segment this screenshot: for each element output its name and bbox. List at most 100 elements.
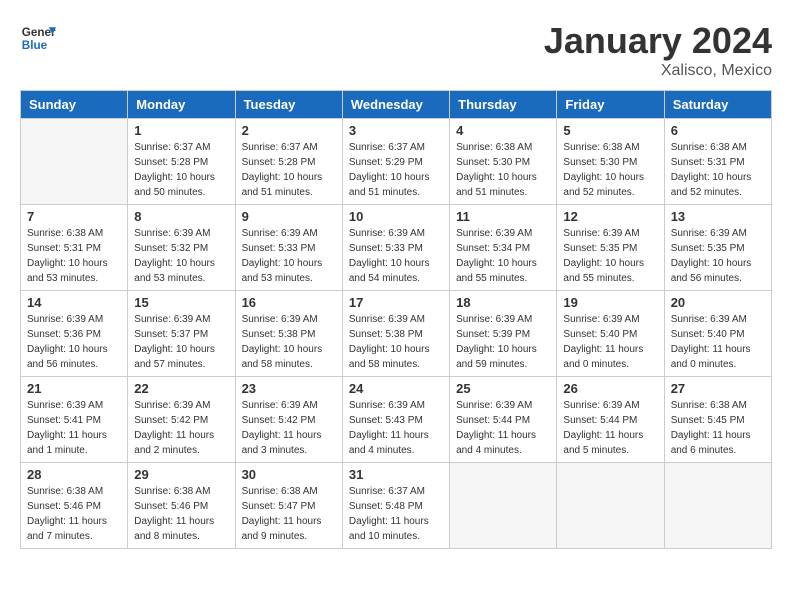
weekday-header-thursday: Thursday (450, 91, 557, 119)
day-number: 27 (671, 381, 765, 396)
calendar-cell: 2 Sunrise: 6:37 AMSunset: 5:28 PMDayligh… (235, 119, 342, 205)
calendar-cell: 9 Sunrise: 6:39 AMSunset: 5:33 PMDayligh… (235, 205, 342, 291)
weekday-header-tuesday: Tuesday (235, 91, 342, 119)
svg-text:Blue: Blue (22, 39, 48, 52)
calendar-cell: 22 Sunrise: 6:39 AMSunset: 5:42 PMDaylig… (128, 377, 235, 463)
weekday-header-saturday: Saturday (664, 91, 771, 119)
weekday-header-wednesday: Wednesday (342, 91, 449, 119)
calendar-cell: 13 Sunrise: 6:39 AMSunset: 5:35 PMDaylig… (664, 205, 771, 291)
day-info: Sunrise: 6:39 AMSunset: 5:44 PMDaylight:… (563, 398, 657, 458)
calendar-cell: 15 Sunrise: 6:39 AMSunset: 5:37 PMDaylig… (128, 291, 235, 377)
calendar-cell (450, 463, 557, 549)
calendar-cell: 14 Sunrise: 6:39 AMSunset: 5:36 PMDaylig… (21, 291, 128, 377)
day-number: 12 (563, 209, 657, 224)
day-info: Sunrise: 6:39 AMSunset: 5:39 PMDaylight:… (456, 312, 550, 372)
calendar-cell: 18 Sunrise: 6:39 AMSunset: 5:39 PMDaylig… (450, 291, 557, 377)
day-info: Sunrise: 6:39 AMSunset: 5:40 PMDaylight:… (563, 312, 657, 372)
calendar-cell: 19 Sunrise: 6:39 AMSunset: 5:40 PMDaylig… (557, 291, 664, 377)
day-info: Sunrise: 6:38 AMSunset: 5:46 PMDaylight:… (27, 484, 121, 544)
calendar-cell: 24 Sunrise: 6:39 AMSunset: 5:43 PMDaylig… (342, 377, 449, 463)
calendar-cell: 3 Sunrise: 6:37 AMSunset: 5:29 PMDayligh… (342, 119, 449, 205)
day-number: 30 (242, 467, 336, 482)
calendar-cell: 7 Sunrise: 6:38 AMSunset: 5:31 PMDayligh… (21, 205, 128, 291)
day-number: 23 (242, 381, 336, 396)
day-number: 24 (349, 381, 443, 396)
day-info: Sunrise: 6:39 AMSunset: 5:44 PMDaylight:… (456, 398, 550, 458)
day-info: Sunrise: 6:37 AMSunset: 5:28 PMDaylight:… (134, 140, 228, 200)
day-number: 4 (456, 123, 550, 138)
day-number: 25 (456, 381, 550, 396)
day-number: 22 (134, 381, 228, 396)
day-number: 8 (134, 209, 228, 224)
day-number: 26 (563, 381, 657, 396)
calendar-cell: 21 Sunrise: 6:39 AMSunset: 5:41 PMDaylig… (21, 377, 128, 463)
day-number: 10 (349, 209, 443, 224)
day-info: Sunrise: 6:37 AMSunset: 5:29 PMDaylight:… (349, 140, 443, 200)
day-number: 18 (456, 295, 550, 310)
calendar-cell (664, 463, 771, 549)
day-number: 5 (563, 123, 657, 138)
weekday-header-sunday: Sunday (21, 91, 128, 119)
day-number: 11 (456, 209, 550, 224)
day-number: 29 (134, 467, 228, 482)
calendar-cell: 10 Sunrise: 6:39 AMSunset: 5:33 PMDaylig… (342, 205, 449, 291)
calendar-week-4: 21 Sunrise: 6:39 AMSunset: 5:41 PMDaylig… (21, 377, 772, 463)
day-info: Sunrise: 6:39 AMSunset: 5:32 PMDaylight:… (134, 226, 228, 286)
day-info: Sunrise: 6:38 AMSunset: 5:30 PMDaylight:… (456, 140, 550, 200)
day-info: Sunrise: 6:39 AMSunset: 5:40 PMDaylight:… (671, 312, 765, 372)
day-info: Sunrise: 6:39 AMSunset: 5:35 PMDaylight:… (671, 226, 765, 286)
day-number: 7 (27, 209, 121, 224)
calendar-cell: 11 Sunrise: 6:39 AMSunset: 5:34 PMDaylig… (450, 205, 557, 291)
calendar-cell (21, 119, 128, 205)
calendar-cell: 25 Sunrise: 6:39 AMSunset: 5:44 PMDaylig… (450, 377, 557, 463)
calendar-week-1: 1 Sunrise: 6:37 AMSunset: 5:28 PMDayligh… (21, 119, 772, 205)
calendar-cell: 12 Sunrise: 6:39 AMSunset: 5:35 PMDaylig… (557, 205, 664, 291)
calendar-cell (557, 463, 664, 549)
day-info: Sunrise: 6:39 AMSunset: 5:35 PMDaylight:… (563, 226, 657, 286)
day-number: 19 (563, 295, 657, 310)
calendar-cell: 26 Sunrise: 6:39 AMSunset: 5:44 PMDaylig… (557, 377, 664, 463)
day-number: 1 (134, 123, 228, 138)
day-info: Sunrise: 6:39 AMSunset: 5:42 PMDaylight:… (134, 398, 228, 458)
weekday-header-monday: Monday (128, 91, 235, 119)
title-area: January 2024 Xalisco, Mexico (544, 20, 772, 80)
day-info: Sunrise: 6:38 AMSunset: 5:31 PMDaylight:… (671, 140, 765, 200)
month-title: January 2024 (544, 20, 772, 62)
day-info: Sunrise: 6:39 AMSunset: 5:34 PMDaylight:… (456, 226, 550, 286)
day-info: Sunrise: 6:38 AMSunset: 5:31 PMDaylight:… (27, 226, 121, 286)
calendar-week-5: 28 Sunrise: 6:38 AMSunset: 5:46 PMDaylig… (21, 463, 772, 549)
day-number: 6 (671, 123, 765, 138)
day-number: 14 (27, 295, 121, 310)
day-number: 17 (349, 295, 443, 310)
logo: General Blue (20, 20, 56, 56)
day-number: 9 (242, 209, 336, 224)
day-number: 28 (27, 467, 121, 482)
page-header: General Blue January 2024 Xalisco, Mexic… (20, 20, 772, 80)
calendar-cell: 27 Sunrise: 6:38 AMSunset: 5:45 PMDaylig… (664, 377, 771, 463)
day-info: Sunrise: 6:39 AMSunset: 5:38 PMDaylight:… (242, 312, 336, 372)
day-info: Sunrise: 6:39 AMSunset: 5:33 PMDaylight:… (349, 226, 443, 286)
logo-icon: General Blue (20, 20, 56, 56)
calendar-cell: 17 Sunrise: 6:39 AMSunset: 5:38 PMDaylig… (342, 291, 449, 377)
day-number: 3 (349, 123, 443, 138)
day-info: Sunrise: 6:37 AMSunset: 5:48 PMDaylight:… (349, 484, 443, 544)
day-info: Sunrise: 6:39 AMSunset: 5:36 PMDaylight:… (27, 312, 121, 372)
calendar-cell: 31 Sunrise: 6:37 AMSunset: 5:48 PMDaylig… (342, 463, 449, 549)
day-info: Sunrise: 6:39 AMSunset: 5:37 PMDaylight:… (134, 312, 228, 372)
day-number: 31 (349, 467, 443, 482)
location-title: Xalisco, Mexico (544, 62, 772, 80)
calendar-cell: 1 Sunrise: 6:37 AMSunset: 5:28 PMDayligh… (128, 119, 235, 205)
calendar-cell: 23 Sunrise: 6:39 AMSunset: 5:42 PMDaylig… (235, 377, 342, 463)
calendar-cell: 5 Sunrise: 6:38 AMSunset: 5:30 PMDayligh… (557, 119, 664, 205)
day-number: 20 (671, 295, 765, 310)
day-number: 13 (671, 209, 765, 224)
day-number: 16 (242, 295, 336, 310)
day-info: Sunrise: 6:39 AMSunset: 5:42 PMDaylight:… (242, 398, 336, 458)
calendar-cell: 28 Sunrise: 6:38 AMSunset: 5:46 PMDaylig… (21, 463, 128, 549)
day-info: Sunrise: 6:39 AMSunset: 5:43 PMDaylight:… (349, 398, 443, 458)
calendar-cell: 29 Sunrise: 6:38 AMSunset: 5:46 PMDaylig… (128, 463, 235, 549)
calendar-cell: 16 Sunrise: 6:39 AMSunset: 5:38 PMDaylig… (235, 291, 342, 377)
calendar-cell: 8 Sunrise: 6:39 AMSunset: 5:32 PMDayligh… (128, 205, 235, 291)
calendar-cell: 6 Sunrise: 6:38 AMSunset: 5:31 PMDayligh… (664, 119, 771, 205)
weekday-header-friday: Friday (557, 91, 664, 119)
